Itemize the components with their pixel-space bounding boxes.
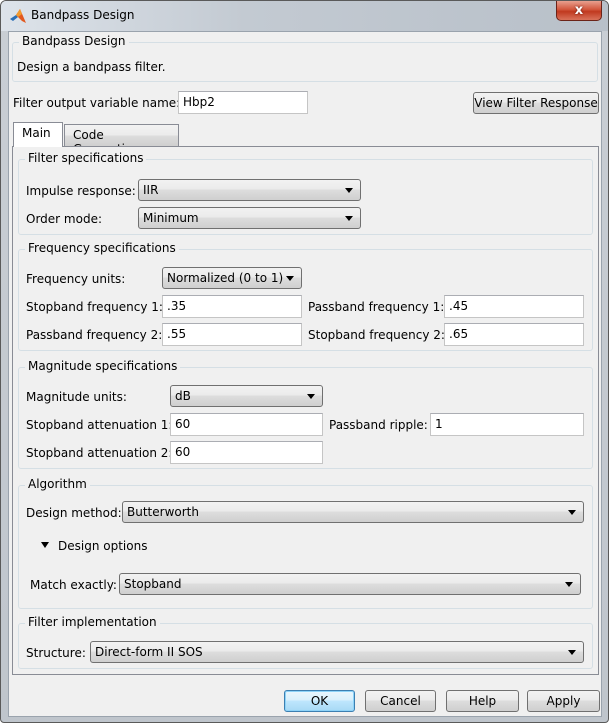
impulse-response-value: IIR — [143, 183, 159, 197]
chevron-down-icon — [568, 510, 576, 515]
order-mode-value: Minimum — [143, 211, 199, 225]
tab-code-generation[interactable]: Code Generation — [64, 124, 179, 156]
frequency-units-label: Frequency units: — [26, 272, 126, 286]
passband-ripple-label: Passband ripple: — [329, 418, 428, 432]
help-button[interactable]: Help — [446, 690, 519, 712]
window-title: Bandpass Design — [31, 8, 135, 22]
chevron-down-icon — [345, 188, 353, 193]
stopband-frequency-2-input[interactable]: .65 — [444, 323, 584, 346]
match-exactly-value: Stopband — [124, 577, 182, 591]
passband-frequency-1-input[interactable]: .45 — [444, 295, 584, 318]
main-tab-panel: Filter specifications Impulse response: … — [12, 146, 599, 675]
chevron-down-icon — [286, 276, 294, 281]
stopband-attenuation-1-input[interactable]: 60 — [170, 413, 323, 436]
matlab-logo-icon — [10, 9, 26, 23]
magnitude-specifications-group: Magnitude specifications Magnitude units… — [18, 359, 593, 469]
chevron-down-icon — [345, 216, 353, 221]
dialog-window: Bandpass Design x Bandpass Design Design… — [0, 0, 609, 723]
design-options-label: Design options — [58, 539, 148, 553]
passband-ripple-input[interactable]: 1 — [430, 413, 584, 436]
design-options-toggle[interactable]: Design options — [39, 538, 159, 554]
passband-frequency-1-label: Passband frequency 1: — [308, 300, 445, 314]
passband-frequency-2-input[interactable]: .55 — [162, 323, 302, 346]
magnitude-units-label: Magnitude units: — [26, 390, 127, 404]
apply-button[interactable]: Apply — [527, 690, 600, 712]
passband-frequency-2-label: Passband frequency 2: — [26, 328, 163, 342]
header-group: Bandpass Design Design a bandpass filter… — [12, 34, 598, 82]
stopband-frequency-2-label: Stopband frequency 2: — [308, 328, 445, 342]
stopband-frequency-1-input[interactable]: .35 — [162, 295, 302, 318]
structure-label: Structure: — [26, 646, 86, 660]
structure-value: Direct-form II SOS — [95, 645, 203, 659]
cancel-button[interactable]: Cancel — [365, 690, 436, 712]
chevron-down-icon — [307, 394, 315, 399]
frequency-units-dropdown[interactable]: Normalized (0 to 1) — [162, 267, 302, 289]
stopband-attenuation-2-input[interactable]: 60 — [170, 441, 323, 464]
design-method-value: Butterworth — [127, 505, 199, 519]
output-variable-label: Filter output variable name: — [13, 96, 181, 110]
filter-implementation-group: Filter implementation Structure: Direct-… — [18, 615, 593, 669]
close-icon: x — [574, 3, 584, 18]
algorithm-group: Algorithm Design method: Butterworth Des… — [18, 477, 593, 609]
disclosure-triangle-icon — [41, 542, 49, 548]
filter-specifications-title: Filter specifications — [25, 151, 147, 165]
view-filter-response-button[interactable]: View Filter Response — [473, 92, 599, 114]
structure-dropdown[interactable]: Direct-form II SOS — [90, 641, 584, 663]
filter-implementation-title: Filter implementation — [25, 615, 160, 629]
impulse-response-label: Impulse response: — [26, 184, 136, 198]
order-mode-dropdown[interactable]: Minimum — [138, 207, 361, 229]
chevron-down-icon — [565, 582, 573, 587]
dialog-body: Bandpass Design Design a bandpass filter… — [8, 31, 602, 717]
algorithm-title: Algorithm — [25, 477, 90, 491]
ok-button[interactable]: OK — [284, 690, 355, 712]
header-description: Design a bandpass filter. — [17, 60, 166, 74]
magnitude-specifications-title: Magnitude specifications — [25, 359, 181, 373]
design-method-dropdown[interactable]: Butterworth — [122, 501, 584, 523]
stopband-frequency-1-label: Stopband frequency 1: — [26, 300, 163, 314]
match-exactly-dropdown[interactable]: Stopband — [119, 573, 581, 595]
order-mode-label: Order mode: — [26, 212, 102, 226]
header-group-title: Bandpass Design — [19, 34, 129, 48]
filter-specifications-group: Filter specifications Impulse response: … — [18, 151, 593, 235]
magnitude-units-value: dB — [175, 389, 191, 403]
frequency-units-value: Normalized (0 to 1) — [167, 271, 284, 285]
tab-main[interactable]: Main — [13, 122, 63, 147]
frequency-specifications-title: Frequency specifications — [25, 241, 179, 255]
close-button[interactable]: x — [556, 1, 602, 21]
stopband-attenuation-2-label: Stopband attenuation 2: — [26, 446, 173, 460]
output-variable-input[interactable]: Hbp2 — [178, 91, 308, 114]
design-method-label: Design method: — [26, 506, 122, 520]
title-bar[interactable]: Bandpass Design x — [1, 1, 608, 31]
chevron-down-icon — [568, 650, 576, 655]
frequency-specifications-group: Frequency specifications Frequency units… — [18, 241, 593, 351]
magnitude-units-dropdown[interactable]: dB — [170, 385, 323, 407]
match-exactly-label: Match exactly: — [30, 578, 117, 592]
impulse-response-dropdown[interactable]: IIR — [138, 179, 361, 201]
stopband-attenuation-1-label: Stopband attenuation 1: — [26, 418, 173, 432]
